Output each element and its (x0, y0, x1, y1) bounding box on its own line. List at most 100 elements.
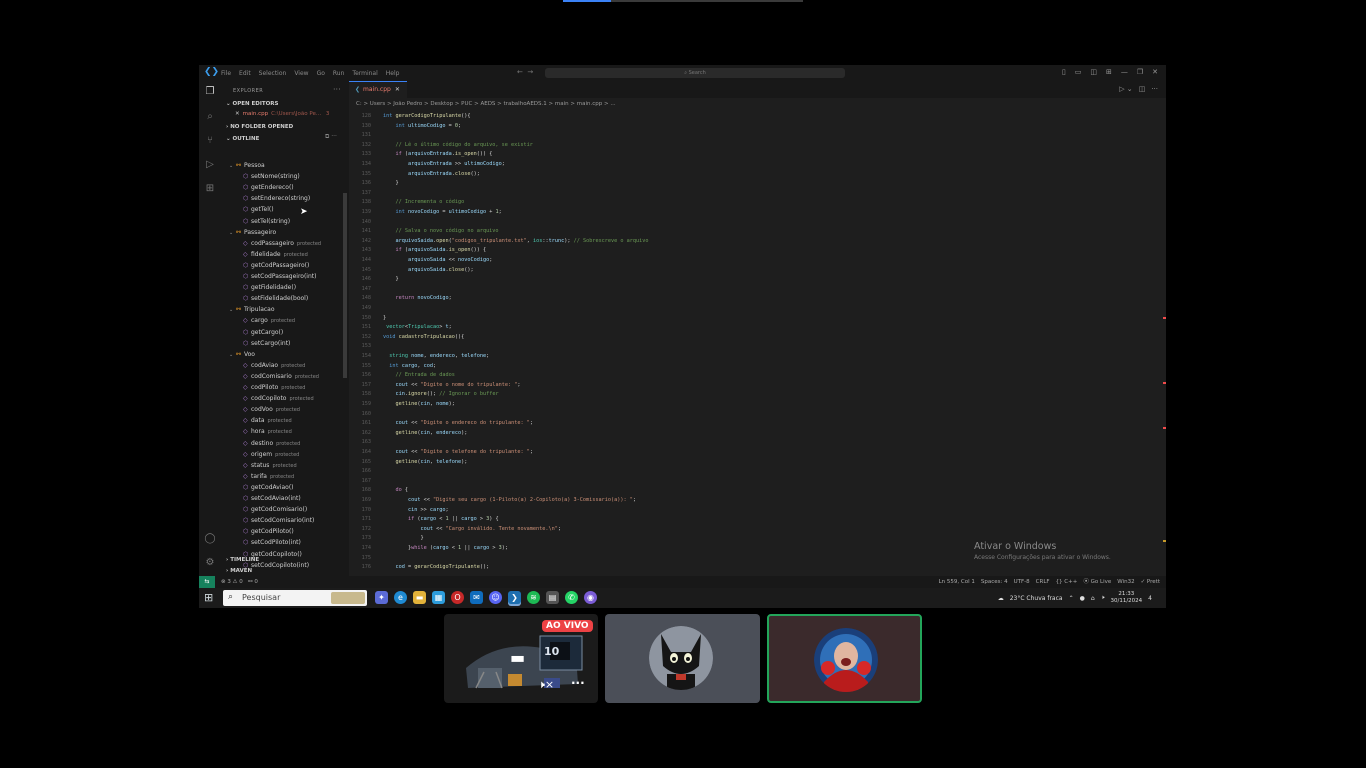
opera-app-icon[interactable]: O (451, 591, 464, 604)
discord-app-icon[interactable]: ☺ (489, 591, 502, 604)
outline-member-item[interactable]: ⬡ setNome(string) (243, 171, 300, 182)
code-editor[interactable]: 128 int gerarCodigoTripulante(){130 int u… (349, 112, 1166, 572)
menu-edit[interactable]: Edit (239, 70, 251, 77)
outline-class-item[interactable]: ⌄ ⚯ Tripulacao (229, 304, 275, 315)
outline-member-item[interactable]: ⬡ setTel(string) (243, 216, 290, 227)
problems-count[interactable]: ⊗ 3 ⚠ 0 (221, 579, 243, 585)
run-icon[interactable]: ▷ ⌄ (1119, 85, 1132, 93)
more-actions-icon[interactable]: ··· (333, 85, 341, 94)
customize-layout-icon[interactable]: ⊞ (1106, 68, 1112, 76)
outline-actions[interactable]: ⧉ ··· (325, 133, 337, 141)
close-editor-icon[interactable]: ✕ (235, 111, 240, 117)
copilot-app-icon[interactable]: ✦ (375, 591, 388, 604)
source-control-icon[interactable]: ⑂ (204, 135, 216, 147)
outline-member-item[interactable]: ⬡ getTel() (243, 204, 274, 215)
edge-app-icon[interactable]: e (394, 591, 407, 604)
maximize-button[interactable]: ❐ (1137, 68, 1143, 76)
windows-start-icon[interactable]: ⊞ (204, 592, 216, 604)
split-icon[interactable]: ◫ (1090, 68, 1097, 76)
outline-member-item[interactable]: ◇ origem protected (243, 449, 299, 460)
participant-tile-speaking[interactable] (767, 614, 922, 703)
split-editor-icon[interactable]: ◫ (1139, 85, 1146, 93)
tray-chevron-icon[interactable]: ⌃ (1069, 595, 1074, 602)
file-explorer-app-icon[interactable]: ▬ (413, 591, 426, 604)
command-search[interactable]: ⌕ Search (545, 68, 845, 78)
panel-icon[interactable]: ▭ (1075, 68, 1082, 76)
outline-member-item[interactable]: ⬡ getCodPiloto() (243, 526, 294, 537)
sidebar-scrollbar[interactable] (343, 193, 347, 378)
whatsapp-app-icon[interactable]: ✆ (565, 591, 578, 604)
weather-icon[interactable]: ☁ (998, 595, 1004, 602)
taskbar-clock[interactable]: 21:33 30/11/2024 (1110, 591, 1142, 605)
outline-member-item[interactable]: ⬡ getEndereco() (243, 182, 294, 193)
prettier-status[interactable]: ✓ Prett (1141, 576, 1160, 588)
menu-run[interactable]: Run (333, 70, 345, 77)
chevron-down-icon[interactable]: ⌄ (229, 228, 236, 239)
editor-more-icon[interactable]: ··· (1151, 85, 1158, 93)
no-folder-header[interactable]: › NO FOLDER OPENED (226, 124, 293, 130)
stream-tile[interactable]: AO VIVO 10 ▬ 🕨× ··· (444, 614, 598, 703)
close-button[interactable]: ✕ (1152, 68, 1158, 76)
platform[interactable]: Win32 (1117, 576, 1134, 588)
menu-help[interactable]: Help (386, 70, 400, 77)
outline-member-item[interactable]: ⬡ setCodPiloto(int) (243, 537, 301, 548)
outline-member-item[interactable]: ◇ codPiloto protected (243, 382, 305, 393)
outline-member-item[interactable]: ⬡ setCodAviao(int) (243, 493, 301, 504)
nav-arrows[interactable]: ← → (517, 68, 533, 76)
outline-member-item[interactable]: ◇ codAviao protected (243, 360, 305, 371)
menu-file[interactable]: File (221, 70, 231, 77)
outline-member-item[interactable]: ◇ destino protected (243, 438, 300, 449)
weather-text[interactable]: 23°C Chuva fraca (1010, 595, 1063, 602)
mute-speaker-icon[interactable]: 🕨× (538, 678, 554, 692)
menu-go[interactable]: Go (317, 70, 325, 77)
chevron-down-icon[interactable]: ⌄ (229, 305, 236, 316)
outline-member-item[interactable]: ⬡ setFidelidade(bool) (243, 293, 308, 304)
ports-count[interactable]: ⚯ 0 (248, 579, 258, 585)
outline-member-item[interactable]: ⬡ getFidelidade() (243, 282, 296, 293)
outline-class-item[interactable]: ⌄ ⚯ Passageiro (229, 227, 276, 238)
notes-app-icon[interactable]: ▤ (546, 591, 559, 604)
vscode-app-icon[interactable]: ❯ (508, 591, 521, 604)
encoding[interactable]: UTF-8 (1014, 576, 1030, 588)
explorer-icon[interactable]: ❐ (204, 86, 216, 98)
tab-main-cpp[interactable]: ❮ main.cpp ✕ (349, 81, 407, 98)
outline-member-item[interactable]: ⬡ setEndereco(string) (243, 193, 310, 204)
mic-icon[interactable]: ● (1080, 595, 1085, 602)
breadcrumb[interactable]: C: > Users > João Pedro > Desktop > PUC … (356, 101, 616, 107)
cursor-position[interactable]: Ln 559, Col 1 (939, 576, 975, 588)
timeline-header[interactable]: › TIMELINE (226, 557, 259, 563)
menu-view[interactable]: View (294, 70, 308, 77)
outline-member-item[interactable]: ◇ cargo protected (243, 315, 295, 326)
settings-gear-icon[interactable]: ⚙ (204, 557, 216, 569)
outline-member-item[interactable]: ⬡ setCodPassageiro(int) (243, 271, 316, 282)
line-ending[interactable]: CRLF (1036, 576, 1050, 588)
taskbar-search[interactable]: ⌕ Pesquisar (223, 590, 367, 606)
outline-member-item[interactable]: ◇ hora protected (243, 426, 292, 437)
outline-class-item[interactable]: ⌄ ⚯ Pessoa (229, 160, 265, 171)
participant-tile[interactable] (605, 614, 760, 703)
outline-class-item[interactable]: ⌄ ⚯ Voo (229, 349, 255, 360)
outline-member-item[interactable]: ◇ status protected (243, 460, 297, 471)
outline-member-item[interactable]: ◇ fidelidade protected (243, 249, 308, 260)
store-app-icon[interactable]: ▦ (432, 591, 445, 604)
spotify-app-icon[interactable]: ≋ (527, 591, 540, 604)
menu-selection[interactable]: Selection (259, 70, 287, 77)
outline-member-item[interactable]: ◇ tarifa protected (243, 471, 294, 482)
extensions-icon[interactable]: ⊞ (204, 183, 216, 195)
outline-member-item[interactable]: ⬡ getCodAviao() (243, 482, 294, 493)
github-app-icon[interactable]: ◉ (584, 591, 597, 604)
outlook-app-icon[interactable]: ✉ (470, 591, 483, 604)
go-live-button[interactable]: ⦿ Go Live (1083, 576, 1111, 588)
account-icon[interactable]: ◯ (204, 533, 216, 545)
layout-icon[interactable]: ▯ (1062, 68, 1066, 76)
tab-close-icon[interactable]: ✕ (395, 86, 400, 93)
open-editors-header[interactable]: ⌄ OPEN EDITORS (226, 101, 279, 107)
speaker-icon[interactable]: 🕨 (1101, 594, 1105, 602)
run-debug-icon[interactable]: ▷ (204, 159, 216, 171)
chevron-down-icon[interactable]: ⌄ (229, 161, 236, 172)
outline-member-item[interactable]: ◇ codVoo protected (243, 404, 300, 415)
outline-member-item[interactable]: ⬡ getCargo() (243, 327, 283, 338)
remote-indicator-icon[interactable]: ⇆ (199, 576, 215, 588)
stream-options-icon[interactable]: ··· (571, 676, 585, 690)
outline-member-item[interactable]: ◇ codPassageiro protected (243, 238, 321, 249)
